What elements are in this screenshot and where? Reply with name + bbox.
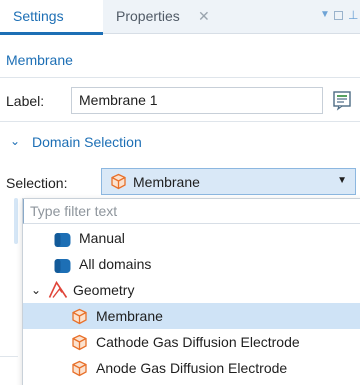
list-item-all-domains[interactable]: All domains [23, 251, 360, 277]
list-item-geometry[interactable]: ⌄ Geometry [23, 277, 360, 303]
list-item-label: Geometry [73, 282, 135, 298]
divider [0, 77, 360, 78]
selection-label: Selection: [6, 175, 68, 191]
list-item-label: Manual [79, 230, 125, 246]
tab-properties-label: Properties [116, 8, 180, 24]
maximize-icon[interactable] [334, 11, 343, 20]
selection-value: Membrane [133, 174, 200, 190]
divider [0, 356, 18, 357]
dropdown-arrow-icon: ▼ [337, 175, 347, 186]
list-item-anode-gde[interactable]: Anode Gas Diffusion Electrode [23, 355, 360, 381]
tab-settings[interactable]: Settings [0, 0, 103, 35]
list-item-label: Membrane [96, 308, 163, 324]
selection-dropdown-list: Type filter text Manual All domains ⌄ Ge… [22, 198, 360, 385]
selection-combobox[interactable]: Membrane ▼ [101, 168, 356, 195]
node-heading: Membrane [6, 52, 73, 68]
list-item-cathode-gde[interactable]: Cathode Gas Diffusion Electrode [23, 329, 360, 355]
pin-icon[interactable]: ⊥ [348, 9, 360, 21]
divider [0, 121, 360, 122]
settings-tab-bar: Settings Properties ✕ ▼ ⊥ [0, 0, 360, 35]
filter-input[interactable]: Type filter text [23, 199, 360, 224]
view-menu-icon[interactable]: ▼ [320, 9, 332, 21]
notes-icon[interactable] [331, 89, 353, 111]
chevron-down-icon: ⌄ [10, 134, 21, 148]
chevron-down-icon[interactable]: ⌄ [31, 277, 41, 303]
label-input[interactable]: Membrane 1 [71, 87, 323, 114]
close-icon[interactable]: ✕ [198, 8, 210, 25]
list-item-label: Anode Gas Diffusion Electrode [96, 360, 288, 376]
label-field-label: Label: [6, 93, 45, 109]
domain-box-icon [71, 359, 88, 385]
scroll-indicator [14, 198, 18, 244]
list-item-label: All domains [79, 256, 152, 272]
list-item-manual[interactable]: Manual [23, 225, 360, 251]
tab-settings-label: Settings [13, 8, 64, 24]
domain-selection-section-header[interactable]: ⌄ Domain Selection [0, 127, 360, 159]
list-item-membrane[interactable]: Membrane [23, 303, 360, 329]
tab-properties[interactable]: Properties [116, 0, 180, 34]
list-item-label: Cathode Gas Diffusion Electrode [96, 334, 300, 350]
domain-box-icon [110, 173, 127, 190]
section-title: Domain Selection [32, 134, 142, 150]
